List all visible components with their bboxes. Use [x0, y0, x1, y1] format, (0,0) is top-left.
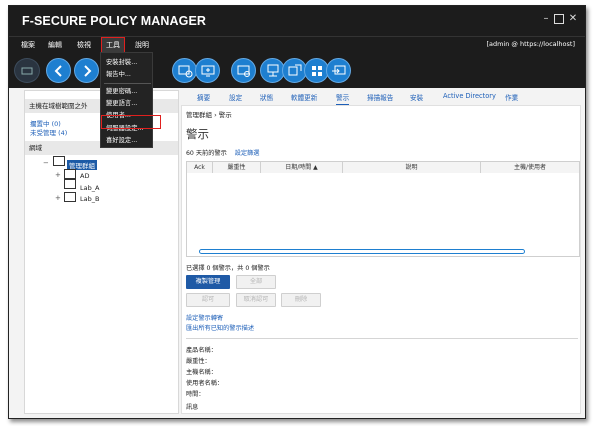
tab-operations[interactable]: 作業	[505, 92, 518, 102]
expand-icon[interactable]: +	[55, 194, 61, 202]
menu-item-change-language[interactable]: 變更語言...	[101, 98, 152, 110]
back-icon[interactable]	[14, 58, 40, 83]
detail-host: 主機名稱：	[186, 369, 217, 376]
detail-user: 使用者名稱：	[186, 380, 224, 387]
all-button[interactable]: 全部	[236, 275, 276, 289]
policy-icon[interactable]	[172, 58, 197, 83]
tools-menu: 安裝封裝... 報告中... 變更密碼... 變更語言... 使用者... 伺服…	[100, 52, 153, 148]
tab-installation[interactable]: 安裝	[410, 92, 423, 102]
menu-edit[interactable]: 編輯	[44, 39, 66, 51]
app-window: F-SECURE POLICY MANAGER – □ ✕ 檔案 編輯 檢視 工…	[8, 5, 586, 419]
import-icon[interactable]	[326, 58, 351, 83]
detail-message: 訊息	[186, 404, 199, 411]
breadcrumb: 管理群組 › 警示	[186, 111, 232, 119]
tab-summary[interactable]: 摘要	[197, 92, 210, 102]
divider	[186, 338, 578, 339]
menu-bar: 檔案 編輯 檢視 工具 說明 [admin @ https://localhos…	[9, 36, 585, 53]
unack-button[interactable]: 取消認可	[236, 293, 276, 307]
title-bar: F-SECURE POLICY MANAGER – □ ✕	[9, 6, 585, 36]
menu-item-change-password[interactable]: 變更密碼...	[101, 86, 152, 98]
tab-software-updates[interactable]: 軟體更新	[291, 92, 317, 102]
main-content: 管理群組 › 警示 警示 60 天前的警示 設定篩選 Ack 嚴重性 日期/時間…	[181, 105, 581, 414]
filter-row: 60 天前的警示 設定篩選	[186, 148, 260, 157]
filter-text: 60 天前的警示	[186, 150, 227, 157]
export-alerts-link[interactable]: 匯出所有已知的警示描述	[186, 323, 254, 332]
menu-help[interactable]: 說明	[131, 39, 153, 51]
menu-separator	[104, 83, 151, 84]
minimize-button[interactable]: –	[541, 14, 551, 24]
ack-button[interactable]: 認可	[186, 293, 230, 307]
highlight-box	[101, 115, 161, 129]
forward-circle-icon[interactable]	[74, 58, 99, 83]
detail-product: 產品名稱：	[186, 347, 217, 354]
expand-icon[interactable]: +	[55, 171, 61, 179]
detail-severity: 嚴重性：	[186, 358, 211, 365]
alerts-table: Ack 嚴重性 日期/時間 ▲ 說明 主機/使用者	[186, 161, 580, 257]
manage-button[interactable]: 複製管理	[186, 275, 230, 289]
computer-icon[interactable]	[195, 58, 220, 83]
back-circle-icon[interactable]	[46, 58, 71, 83]
menu-item-install-package[interactable]: 安裝封裝...	[101, 57, 152, 69]
menu-tools[interactable]: 工具	[101, 37, 125, 53]
horizontal-scrollbar[interactable]	[199, 249, 525, 254]
tab-bar: 摘要 設定 狀態 軟體更新 警示 掃描報告 安裝 Active Director…	[181, 90, 581, 105]
group-icon	[64, 192, 76, 202]
close-button[interactable]: ✕	[568, 14, 578, 24]
menu-item-reporting[interactable]: 報告中...	[101, 69, 152, 81]
group-icon	[64, 179, 76, 189]
tab-alerts[interactable]: 警示	[336, 92, 350, 105]
col-description[interactable]: 說明	[343, 162, 481, 173]
col-severity[interactable]: 嚴重性	[213, 162, 261, 173]
detail-time: 時間：	[186, 391, 205, 398]
tab-settings[interactable]: 設定	[229, 92, 242, 102]
selection-summary: 已選擇 0 個警示，共 0 個警示	[186, 265, 270, 272]
user-info: [admin @ https://localhost]	[486, 40, 575, 48]
collapse-icon[interactable]: −	[43, 159, 49, 167]
tree-item-ad[interactable]: AD	[80, 172, 89, 180]
group-icon	[53, 156, 65, 166]
settings-computer-icon[interactable]	[231, 58, 256, 83]
app-title: F-SECURE POLICY MANAGER	[22, 14, 207, 28]
group-icon	[64, 169, 76, 179]
set-filter-link[interactable]: 設定篩選	[235, 150, 260, 157]
alert-forwarding-link[interactable]: 設定警示轉寄	[186, 313, 223, 322]
tab-scan-reports[interactable]: 掃描報告	[367, 92, 393, 102]
unmanaged-link[interactable]: 未受管理 (4)	[30, 127, 67, 137]
tree-item-lab-b[interactable]: Lab_B	[80, 195, 99, 203]
tab-status[interactable]: 狀態	[260, 92, 273, 102]
delete-button[interactable]: 刪除	[281, 293, 321, 307]
col-datetime[interactable]: 日期/時間 ▲	[261, 162, 343, 173]
toolbar	[9, 53, 585, 88]
menu-file[interactable]: 檔案	[17, 39, 39, 51]
page-title: 警示	[186, 127, 209, 141]
col-ack[interactable]: Ack	[187, 162, 213, 173]
tree-item-lab-a[interactable]: Lab_A	[80, 184, 99, 192]
tab-active-directory[interactable]: Active Directory	[443, 92, 496, 100]
maximize-button[interactable]: □	[554, 14, 564, 24]
menu-view[interactable]: 檢視	[73, 39, 95, 51]
col-host-user[interactable]: 主機/使用者	[481, 162, 579, 173]
menu-item-preferences[interactable]: 喜好設定...	[101, 135, 152, 147]
